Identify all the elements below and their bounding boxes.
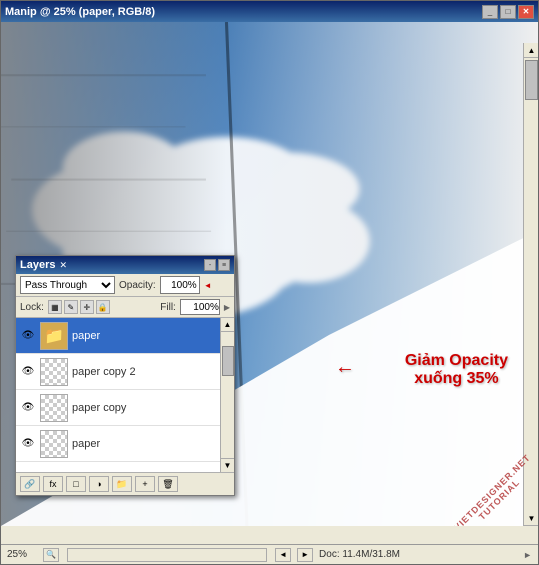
delete-layer-button[interactable]: 🗑 xyxy=(158,476,178,492)
title-bar-buttons: _ □ ✕ xyxy=(482,5,534,19)
scroll-thumb[interactable] xyxy=(222,346,234,376)
layer-item[interactable]: 👁 📁 paper xyxy=(16,318,234,354)
opacity-arrow-icon: ◄ xyxy=(204,281,212,290)
layer-thumbnail: 📁 xyxy=(40,322,68,350)
new-group-button[interactable]: 📁 xyxy=(112,476,132,492)
layers-titlebar: Layers ✕ - ≡ xyxy=(16,256,234,274)
opacity-label: Opacity: xyxy=(119,280,156,291)
link-layers-button[interactable]: 🔗 xyxy=(20,476,40,492)
eye-icon[interactable]: 👁 xyxy=(20,328,36,344)
status-arrow-icon[interactable]: ► xyxy=(523,550,532,560)
layers-title: Layers xyxy=(20,259,55,271)
layer-thumbnail xyxy=(40,358,68,386)
blend-row: Pass Through Opacity: ◄ xyxy=(16,274,234,297)
layer-thumbnail xyxy=(40,430,68,458)
scroll-up-button[interactable]: ▲ xyxy=(221,318,234,332)
minimize-button[interactable]: _ xyxy=(482,5,498,19)
layer-item[interactable]: 👁 paper copy 2 xyxy=(16,354,234,390)
layer-name: paper xyxy=(72,330,230,342)
fill-label: Fill: xyxy=(160,302,176,313)
layers-menu-button[interactable]: ≡ xyxy=(218,259,230,271)
layer-style-button[interactable]: fx xyxy=(43,476,63,492)
new-layer-button[interactable]: + xyxy=(135,476,155,492)
adjustment-button[interactable]: ◑ xyxy=(89,476,109,492)
canvas-area: ← Giảm Opacity xuống 35% VIETDESIGNER.NE… xyxy=(1,22,538,526)
lock-all-button[interactable]: 🔒 xyxy=(96,300,110,314)
layer-thumbnail xyxy=(40,394,68,422)
annotation-arrow: ← xyxy=(335,356,355,379)
lock-move-button[interactable]: ✛ xyxy=(80,300,94,314)
lock-paint-button[interactable]: ✎ xyxy=(64,300,78,314)
scroll-down-button[interactable]: ▼ xyxy=(524,511,538,526)
scroll-left-button[interactable]: ◄ xyxy=(275,548,291,562)
fill-input[interactable] xyxy=(180,299,220,315)
scroll-thumb-v[interactable] xyxy=(525,60,538,100)
layers-toolbar: 🔗 fx □ ◑ 📁 + 🗑 xyxy=(16,473,234,495)
zoom-icon[interactable]: 🔍 xyxy=(43,548,59,562)
layer-name: paper copy 2 xyxy=(72,366,230,378)
lock-transparency-button[interactable]: ▦ xyxy=(48,300,62,314)
eye-icon[interactable]: 👁 xyxy=(20,364,36,380)
lock-icons: ▦ ✎ ✛ 🔒 xyxy=(48,300,110,314)
status-bar: 25% 🔍 ◄ ► Doc: 11.4M/31.8M ► xyxy=(1,544,538,564)
close-button[interactable]: ✕ xyxy=(518,5,534,19)
annotation-line1: Giảm Opacity xyxy=(405,352,508,370)
layer-name: paper copy xyxy=(72,402,230,414)
fill-arrow-icon: ▶ xyxy=(224,303,230,312)
zoom-level: 25% xyxy=(7,549,37,560)
maximize-button[interactable]: □ xyxy=(500,5,516,19)
main-window: Manip @ 25% (paper, RGB/8) _ □ ✕ xyxy=(0,0,539,565)
title-bar: Manip @ 25% (paper, RGB/8) _ □ ✕ xyxy=(1,1,538,22)
scroll-right-button[interactable]: ► xyxy=(297,548,313,562)
layers-list[interactable]: 👁 📁 paper 👁 paper copy 2 👁 paper copy xyxy=(16,318,234,473)
doc-info: Doc: 11.4M/31.8M xyxy=(319,549,517,560)
scroll-down-button[interactable]: ▼ xyxy=(221,458,234,472)
mask-button[interactable]: □ xyxy=(66,476,86,492)
layers-min-button[interactable]: - xyxy=(204,259,216,271)
scroll-up-button[interactable]: ▲ xyxy=(524,43,538,58)
layer-name: paper xyxy=(72,438,230,450)
layers-panel: Layers ✕ - ≡ Pass Through Opacity: ◄ L xyxy=(15,255,235,496)
layer-item[interactable]: 👁 paper xyxy=(16,426,234,462)
eye-icon[interactable]: 👁 xyxy=(20,436,36,452)
lock-label: Lock: xyxy=(20,302,44,313)
annotation: ← Giảm Opacity xuống 35% xyxy=(405,352,508,388)
horizontal-scrollbar[interactable] xyxy=(67,548,267,562)
layers-title-btns: - ≡ xyxy=(204,259,230,271)
lock-row: Lock: ▦ ✎ ✛ 🔒 Fill: ▶ xyxy=(16,297,234,318)
opacity-input[interactable] xyxy=(160,276,200,294)
layers-scrollbar: ▲ ▼ xyxy=(220,318,234,472)
layer-item[interactable]: 👁 paper copy xyxy=(16,390,234,426)
blend-mode-select[interactable]: Pass Through xyxy=(20,276,115,294)
eye-icon[interactable]: 👁 xyxy=(20,400,36,416)
window-title: Manip @ 25% (paper, RGB/8) xyxy=(5,6,155,18)
layers-tab-x: ✕ xyxy=(59,260,67,271)
annotation-line2: xuống 35% xyxy=(405,370,508,388)
